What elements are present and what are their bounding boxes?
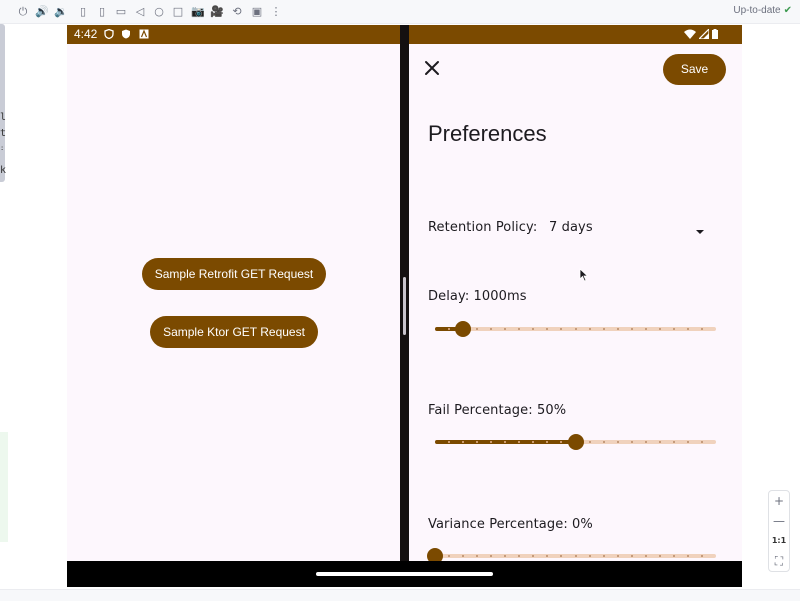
slider-tick [686, 555, 689, 557]
code-fragment: l [0, 112, 7, 123]
slider-thumb[interactable] [567, 434, 584, 450]
power-icon[interactable]: ⏻ [16, 5, 30, 19]
zoom-actual-size-button[interactable]: 1:1 [769, 531, 789, 551]
code-fragment: k [0, 165, 7, 176]
slider-tick [602, 441, 605, 443]
check-icon: ✔ [783, 5, 792, 16]
app-notification-icon [139, 29, 149, 39]
slider-tick [616, 555, 619, 557]
slider-tick [686, 441, 689, 443]
slider-thumb[interactable] [455, 321, 472, 337]
slider-tick [658, 555, 661, 557]
rotate-icon[interactable]: ⟲ [230, 5, 244, 19]
fold-icon[interactable]: ▯ [76, 5, 90, 19]
slider-tick [574, 328, 577, 330]
slider-tick [588, 328, 591, 330]
back-icon[interactable]: ◁ [133, 5, 147, 19]
battery-icon [712, 29, 718, 39]
slider-tick [672, 441, 675, 443]
security-icon [122, 29, 130, 39]
slider-tick [630, 555, 633, 557]
retention-policy-label: Retention Policy: [428, 220, 538, 235]
editor-scrollbar[interactable] [0, 24, 5, 182]
slider-tick [700, 441, 703, 443]
gesture-handle[interactable] [316, 572, 493, 576]
cell-signal-icon [699, 29, 709, 39]
save-button[interactable]: Save [663, 54, 726, 85]
volume-up-icon[interactable]: 🔊 [35, 5, 49, 19]
zoom-fit-icon[interactable]: ⛶ [769, 551, 789, 571]
pane-divider-handle[interactable] [403, 277, 406, 335]
slider-tick [616, 441, 619, 443]
shield-icon [104, 29, 114, 39]
variance-percentage-label: Variance Percentage: 0% [428, 517, 593, 532]
slider-tick [616, 328, 619, 330]
wifi-icon [684, 29, 696, 39]
mouse-cursor-icon [579, 268, 589, 282]
slider-tick [588, 555, 591, 557]
screenshot-icon[interactable]: 📷 [191, 5, 205, 19]
slider-tick [658, 441, 661, 443]
unfold-icon[interactable]: ▯ [95, 5, 109, 19]
page-title: Preferences [428, 121, 547, 146]
code-fragment: : [0, 144, 5, 152]
slider-tick [672, 555, 675, 557]
slider-tick [588, 441, 591, 443]
slider-tick [630, 441, 633, 443]
zoom-controls: + — 1:1 ⛶ [768, 490, 790, 572]
fail-percentage-slider[interactable] [435, 431, 716, 453]
slider-tick [644, 441, 647, 443]
screen-record-icon[interactable]: 🎥 [210, 5, 224, 19]
slider-tick [700, 328, 703, 330]
slider-tick [602, 328, 605, 330]
slider-tick [644, 328, 647, 330]
zoom-out-button[interactable]: — [769, 511, 789, 531]
slider-tick [672, 328, 675, 330]
slider-tick [700, 555, 703, 557]
sync-status: Up-to-date ✔ [733, 5, 792, 16]
delay-slider[interactable] [435, 318, 716, 340]
dropdown-arrow-icon[interactable] [696, 230, 704, 234]
slider-tick [630, 328, 633, 330]
close-icon[interactable] [423, 59, 441, 77]
sync-status-label: Up-to-date [733, 5, 781, 16]
emulator-toolbar: ⏻ 🔊 🔉 ▯ ▯ ▭ ◁ ○ □ 📷 🎥 ⟲ ▣ ⋮ Up-to-date ✔ [0, 0, 800, 24]
retention-policy-dropdown[interactable]: 7 days [549, 220, 593, 235]
slider-tick [686, 328, 689, 330]
volume-down-icon[interactable]: 🔉 [54, 5, 68, 19]
slider-tick [658, 328, 661, 330]
editor-gutter [0, 24, 8, 589]
sample-requests-pane: Sample Retrofit GET Request Sample Ktor … [67, 44, 400, 561]
more-options-icon[interactable]: ⋮ [269, 5, 283, 19]
zoom-in-button[interactable]: + [769, 491, 789, 511]
code-fragment: t [0, 128, 7, 139]
posture-icon[interactable]: ▭ [114, 5, 128, 19]
overview-icon[interactable]: □ [171, 5, 185, 19]
slider-tick [574, 555, 577, 557]
fail-percentage-label: Fail Percentage: 50% [428, 403, 567, 418]
ktor-request-button[interactable]: Sample Ktor GET Request [150, 316, 318, 348]
slider-tick [644, 555, 647, 557]
snapshot-icon[interactable]: ▣ [250, 5, 264, 19]
delay-label: Delay: 1000ms [428, 289, 527, 304]
ide-bottom-strip [0, 589, 800, 601]
emulator-screen: 4:42 Sample Retrofit GET Request Sample … [67, 25, 742, 587]
retrofit-request-button[interactable]: Sample Retrofit GET Request [142, 258, 326, 290]
navigation-bar [67, 561, 742, 587]
status-time: 4:42 [74, 27, 98, 41]
home-icon[interactable]: ○ [152, 5, 166, 19]
slider-tick [602, 555, 605, 557]
preferences-pane: Save Preferences Retention Policy: 7 day… [409, 44, 742, 564]
editor-change-marker [0, 432, 8, 542]
